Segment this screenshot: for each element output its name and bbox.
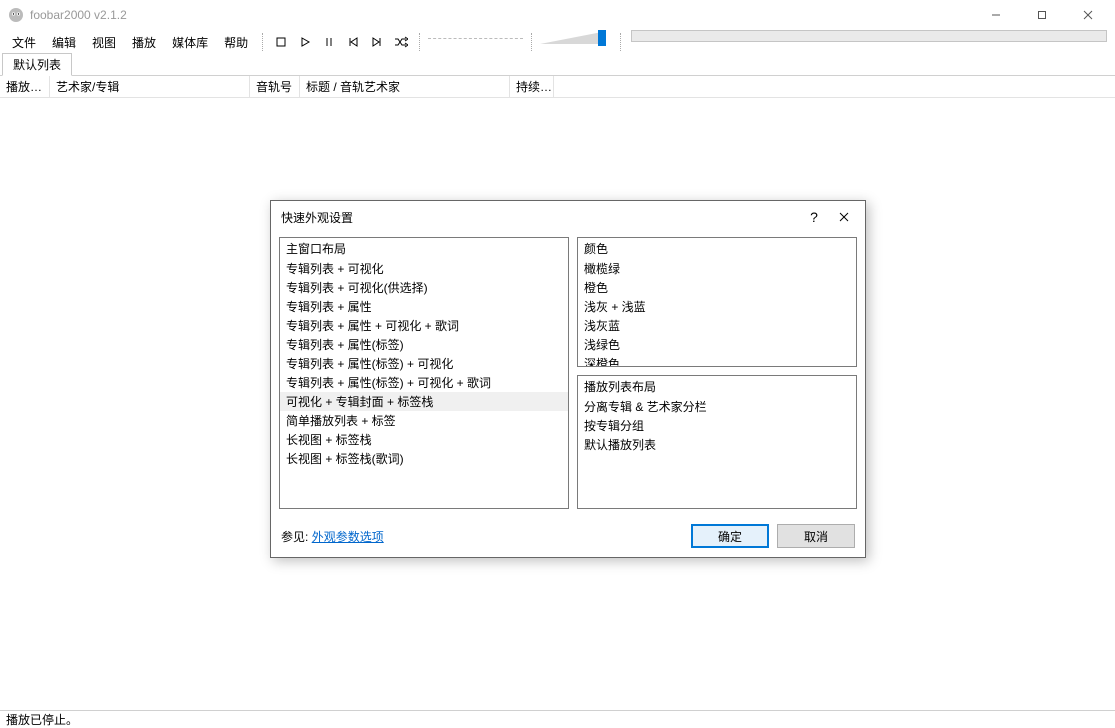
dialog-title: 快速外观设置 (281, 209, 799, 226)
appearance-options-link[interactable]: 外观参数选项 (312, 530, 384, 544)
main-layout-listbox[interactable]: 主窗口布局 专辑列表 + 可视化专辑列表 + 可视化(供选择)专辑列表 + 属性… (279, 237, 569, 509)
menu-file[interactable]: 文件 (4, 31, 44, 54)
dialog-help-button[interactable]: ? (799, 205, 829, 229)
prev-button[interactable] (342, 31, 364, 53)
list-item[interactable]: 按专辑分组 (578, 416, 856, 435)
main-layout-items[interactable]: 专辑列表 + 可视化专辑列表 + 可视化(供选择)专辑列表 + 属性专辑列表 +… (280, 259, 568, 508)
colors-listbox[interactable]: 颜色 橄榄绿橙色浅灰 + 浅蓝浅灰蓝浅绿色深橙色深灰 + 橙 (577, 237, 857, 367)
volume-ramp-icon (540, 32, 602, 44)
colors-items[interactable]: 橄榄绿橙色浅灰 + 浅蓝浅灰蓝浅绿色深橙色深灰 + 橙 (578, 259, 856, 366)
list-item[interactable]: 专辑列表 + 属性 (280, 297, 568, 316)
list-item[interactable]: 分离专辑 & 艺术家分栏 (578, 397, 856, 416)
list-item[interactable]: 长视图 + 标签栈 (280, 430, 568, 449)
column-artist-album[interactable]: 艺术家/专辑 (50, 76, 250, 97)
main-layout-header: 主窗口布局 (280, 238, 568, 259)
colors-header: 颜色 (578, 238, 856, 259)
pause-button[interactable] (318, 31, 340, 53)
separator (618, 30, 623, 54)
list-item[interactable]: 专辑列表 + 属性(标签) + 可视化 (280, 354, 568, 373)
playlist-layout-items[interactable]: 分离专辑 & 艺术家分栏按专辑分组默认播放列表 (578, 397, 856, 508)
list-item[interactable]: 专辑列表 + 可视化 (280, 259, 568, 278)
dialog-footer: 参见: 外观参数选项 确定 取消 (271, 515, 865, 557)
menu-view[interactable]: 视图 (84, 31, 124, 54)
close-button[interactable] (1065, 0, 1111, 30)
status-text: 播放已停止。 (6, 711, 78, 728)
tab-default-playlist[interactable]: 默认列表 (2, 53, 72, 76)
cancel-button[interactable]: 取消 (777, 524, 855, 548)
seek-slider[interactable] (428, 30, 523, 46)
list-item[interactable]: 深橙色 (578, 354, 856, 366)
playback-toolbar (265, 30, 417, 54)
window-title: foobar2000 v2.1.2 (30, 8, 973, 22)
playlist-layout-header: 播放列表布局 (578, 376, 856, 397)
playback-progress-bar[interactable] (631, 30, 1107, 42)
column-duration[interactable]: 持续… (510, 76, 554, 97)
list-item[interactable]: 可视化 + 专辑封面 + 标签栈 (280, 392, 568, 411)
play-button[interactable] (294, 31, 316, 53)
dialog-right-column: 颜色 橄榄绿橙色浅灰 + 浅蓝浅灰蓝浅绿色深橙色深灰 + 橙 播放列表布局 分离… (577, 237, 857, 515)
close-icon (839, 212, 849, 222)
list-item[interactable]: 橄榄绿 (578, 259, 856, 278)
list-item[interactable]: 专辑列表 + 可视化(供选择) (280, 278, 568, 297)
minimize-button[interactable] (973, 0, 1019, 30)
list-item[interactable]: 专辑列表 + 属性(标签) (280, 335, 568, 354)
menu-library[interactable]: 媒体库 (164, 31, 216, 54)
title-bar: foobar2000 v2.1.2 (0, 0, 1115, 30)
dialog-close-button[interactable] (829, 205, 859, 229)
random-button[interactable] (390, 31, 412, 53)
stop-button[interactable] (270, 31, 292, 53)
menu-bar: 文件 编辑 视图 播放 媒体库 帮助 (0, 30, 260, 54)
status-bar: 播放已停止。 (0, 710, 1115, 728)
list-item[interactable]: 橙色 (578, 278, 856, 297)
menu-help[interactable]: 帮助 (216, 31, 256, 54)
separator (417, 30, 422, 54)
maximize-button[interactable] (1019, 0, 1065, 30)
column-playing[interactable]: 播放… (0, 76, 50, 97)
playlist-tabstrip: 默认列表 (0, 54, 1115, 76)
volume-slider[interactable] (540, 30, 612, 46)
ok-button[interactable]: 确定 (691, 524, 769, 548)
separator (529, 30, 534, 54)
list-item[interactable]: 专辑列表 + 属性 + 可视化 + 歌词 (280, 316, 568, 335)
playlist-layout-listbox[interactable]: 播放列表布局 分离专辑 & 艺术家分栏按专辑分组默认播放列表 (577, 375, 857, 509)
list-item[interactable]: 专辑列表 + 属性(标签) + 可视化 + 歌词 (280, 373, 568, 392)
menu-edit[interactable]: 编辑 (44, 31, 84, 54)
next-button[interactable] (366, 31, 388, 53)
list-item[interactable]: 浅绿色 (578, 335, 856, 354)
see-also-row: 参见: 外观参数选项 (281, 528, 683, 545)
list-item[interactable]: 浅灰 + 浅蓝 (578, 297, 856, 316)
list-item[interactable]: 长视图 + 标签栈(歌词) (280, 449, 568, 468)
list-item[interactable]: 默认播放列表 (578, 435, 856, 454)
column-spacer (554, 76, 1115, 97)
volume-thumb[interactable] (598, 30, 606, 46)
menu-playback[interactable]: 播放 (124, 31, 164, 54)
dialog-titlebar: 快速外观设置 ? (271, 201, 865, 233)
column-track-no[interactable]: 音轨号 (250, 76, 300, 97)
app-icon (8, 7, 24, 23)
playlist-column-headers: 播放… 艺术家/专辑 音轨号 标题 / 音轨艺术家 持续… (0, 76, 1115, 98)
quick-appearance-dialog: 快速外观设置 ? 主窗口布局 专辑列表 + 可视化专辑列表 + 可视化(供选择)… (270, 200, 866, 558)
list-item[interactable]: 浅灰蓝 (578, 316, 856, 335)
menu-toolbar-row: 文件 编辑 视图 播放 媒体库 帮助 (0, 30, 1115, 54)
dialog-body: 主窗口布局 专辑列表 + 可视化专辑列表 + 可视化(供选择)专辑列表 + 属性… (271, 233, 865, 515)
see-also-label: 参见: (281, 530, 308, 544)
list-item[interactable]: 简单播放列表 + 标签 (280, 411, 568, 430)
column-title-artist[interactable]: 标题 / 音轨艺术家 (300, 76, 510, 97)
